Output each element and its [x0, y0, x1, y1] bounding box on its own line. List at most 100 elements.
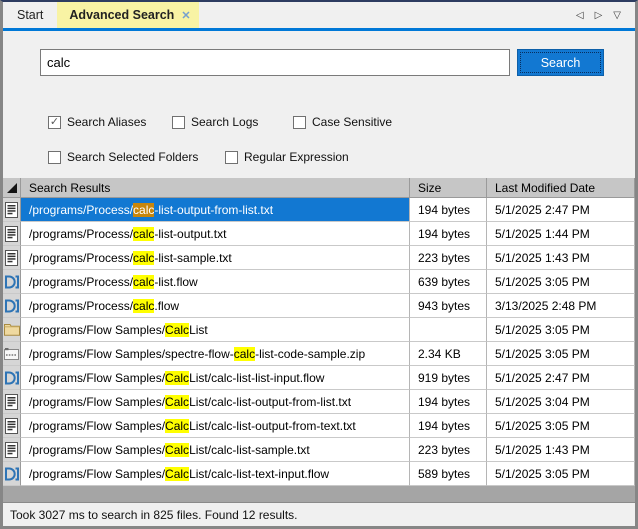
option-label: Search Logs [191, 115, 259, 129]
column-header-size[interactable]: Size [410, 178, 487, 197]
result-size-cell: 194 bytes [410, 390, 487, 414]
result-size-cell: 194 bytes [410, 222, 487, 246]
close-icon[interactable]: ✕ [181, 9, 190, 22]
search-form: Search ✓ Search Aliases Search Logs Case… [3, 31, 635, 178]
table-row[interactable]: /programs/Flow Samples/Calc List/calc-li… [3, 414, 635, 438]
table-row[interactable]: /programs/Flow Samples/Calc List/calc-li… [3, 366, 635, 390]
match-highlight: calc [133, 226, 155, 241]
flow-icon[interactable] [3, 366, 21, 390]
option-regular-expression[interactable]: Regular Expression [225, 150, 349, 164]
result-size-cell: 223 bytes [410, 246, 487, 270]
table-row[interactable]: /programs/Flow Samples/Calc List/calc-li… [3, 462, 635, 486]
match-highlight: Calc [165, 442, 190, 457]
option-search-logs[interactable]: Search Logs [172, 115, 293, 129]
result-date-cell: 5/1/2025 3:05 PM [487, 270, 635, 294]
column-header-search-results[interactable]: Search Results [21, 178, 410, 197]
tab-advanced-search-label: Advanced Search [69, 8, 175, 22]
result-date-cell: 3/13/2025 2:48 PM [487, 294, 635, 318]
scroll-left-icon[interactable]: ◁ [576, 10, 584, 21]
option-search-selected-folders[interactable]: Search Selected Folders [48, 150, 225, 164]
result-date-cell: 5/1/2025 1:43 PM [487, 438, 635, 462]
checkbox-regular-expression[interactable] [225, 150, 238, 164]
result-date-cell: 5/1/2025 3:05 PM [487, 462, 635, 486]
flow-icon[interactable] [3, 294, 21, 318]
result-path-cell[interactable]: /programs/Flow Samples/Calc List/calc-li… [21, 366, 410, 390]
flow-icon[interactable] [3, 270, 21, 294]
option-case-sensitive[interactable]: Case Sensitive [293, 115, 392, 129]
search-button[interactable]: Search [517, 49, 604, 76]
match-highlight: Calc [165, 418, 190, 433]
result-path-cell[interactable]: /programs/Flow Samples/Calc List [21, 318, 410, 342]
folder-icon[interactable] [3, 318, 21, 342]
result-path-cell[interactable]: /programs/Process/calc .flow [21, 294, 410, 318]
checkbox-case-sensitive[interactable] [293, 115, 306, 129]
table-row[interactable]: /programs/Process/calc -list.flow 639 byte… [3, 270, 635, 294]
match-highlight: calc [133, 202, 155, 217]
tab-nav-buttons: ◁ ▷ ▽ [576, 2, 635, 28]
result-date-cell: 5/1/2025 3:05 PM [487, 342, 635, 366]
text-file-icon[interactable] [3, 390, 21, 414]
table-row[interactable]: /programs/Flow Samples/Calc List 5/1/2025… [3, 318, 635, 342]
option-label: Search Aliases [67, 115, 147, 129]
scroll-right-icon[interactable]: ▷ [595, 10, 603, 21]
result-size-cell: 223 bytes [410, 438, 487, 462]
option-search-aliases[interactable]: ✓ Search Aliases [48, 115, 172, 129]
status-bar: Took 3027 ms to search in 825 files. Fou… [3, 502, 635, 526]
text-file-icon[interactable] [3, 222, 21, 246]
result-path-cell[interactable]: /programs/Process/calc -list-output-from-… [21, 198, 410, 222]
text-file-icon[interactable] [3, 414, 21, 438]
result-path-cell[interactable]: /programs/Process/calc -list-output.txt [21, 222, 410, 246]
match-highlight: Calc [165, 466, 190, 481]
status-text: Took 3027 ms to search in 825 files. Fou… [10, 507, 298, 522]
text-file-icon[interactable] [3, 246, 21, 270]
tab-start[interactable]: Start [3, 2, 57, 28]
result-size-cell: 919 bytes [410, 366, 487, 390]
checkbox-search-selected-folders[interactable] [48, 150, 61, 164]
result-path-cell[interactable]: /programs/Flow Samples/spectre-flow-calc… [21, 342, 410, 366]
options-row-2: Search Selected Folders Regular Expressi… [48, 150, 349, 164]
results-header: Search Results Size Last Modified Date [3, 178, 635, 198]
text-file-icon[interactable] [3, 438, 21, 462]
result-path-cell[interactable]: /programs/Flow Samples/Calc List/calc-li… [21, 462, 410, 486]
select-all-corner[interactable] [3, 178, 21, 197]
table-row[interactable]: /programs/Process/calc -list-output-from-… [3, 198, 635, 222]
column-header-last-modified[interactable]: Last Modified Date [487, 178, 635, 197]
tab-list-dropdown-icon[interactable]: ▽ [613, 10, 621, 21]
table-row[interactable]: /programs/Flow Samples/Calc List/calc-li… [3, 438, 635, 462]
result-date-cell: 5/1/2025 3:05 PM [487, 414, 635, 438]
match-highlight: Calc [165, 394, 190, 409]
result-size-cell [410, 318, 487, 342]
checkbox-search-logs[interactable] [172, 115, 185, 129]
match-highlight: Calc [165, 322, 190, 337]
zip-icon[interactable] [3, 342, 21, 366]
result-path-cell[interactable]: /programs/Process/calc -list.flow [21, 270, 410, 294]
result-date-cell: 5/1/2025 2:47 PM [487, 366, 635, 390]
checkbox-search-aliases[interactable]: ✓ [48, 115, 61, 129]
table-row[interactable]: /programs/Flow Samples/spectre-flow-calc… [3, 342, 635, 366]
result-path-cell[interactable]: /programs/Process/calc -list-sample.txt [21, 246, 410, 270]
result-path-cell[interactable]: /programs/Flow Samples/Calc List/calc-li… [21, 438, 410, 462]
table-row[interactable]: /programs/Process/calc -list-sample.txt 22… [3, 246, 635, 270]
table-row[interactable]: /programs/Process/calc .flow 943 bytes 3/13… [3, 294, 635, 318]
results-grid: Search Results Size Last Modified Date /… [3, 178, 635, 502]
result-path-cell[interactable]: /programs/Flow Samples/Calc List/calc-li… [21, 414, 410, 438]
table-row[interactable]: /programs/Process/calc -list-output.txt 19… [3, 222, 635, 246]
option-label: Case Sensitive [312, 115, 393, 129]
tab-advanced-search[interactable]: Advanced Search ✕ [57, 2, 199, 28]
table-row[interactable]: /programs/Flow Samples/Calc List/calc-li… [3, 390, 635, 414]
result-date-cell: 5/1/2025 2:47 PM [487, 198, 635, 222]
tab-bar: Start Advanced Search ✕ ◁ ▷ ▽ [3, 2, 635, 28]
search-input[interactable] [40, 49, 510, 76]
match-highlight: calc [133, 250, 155, 265]
option-label: Search Selected Folders [67, 150, 199, 164]
advanced-search-window: Start Advanced Search ✕ ◁ ▷ ▽ Search ✓ S… [0, 0, 638, 529]
result-size-cell: 2.34 KB [410, 342, 487, 366]
match-highlight: calc [133, 298, 155, 313]
result-size-cell: 194 bytes [410, 198, 487, 222]
result-size-cell: 943 bytes [410, 294, 487, 318]
result-path-cell[interactable]: /programs/Flow Samples/Calc List/calc-li… [21, 390, 410, 414]
match-highlight: calc [233, 346, 256, 361]
flow-icon[interactable] [3, 462, 21, 486]
text-file-icon[interactable] [3, 198, 21, 222]
match-highlight: calc [133, 274, 155, 289]
